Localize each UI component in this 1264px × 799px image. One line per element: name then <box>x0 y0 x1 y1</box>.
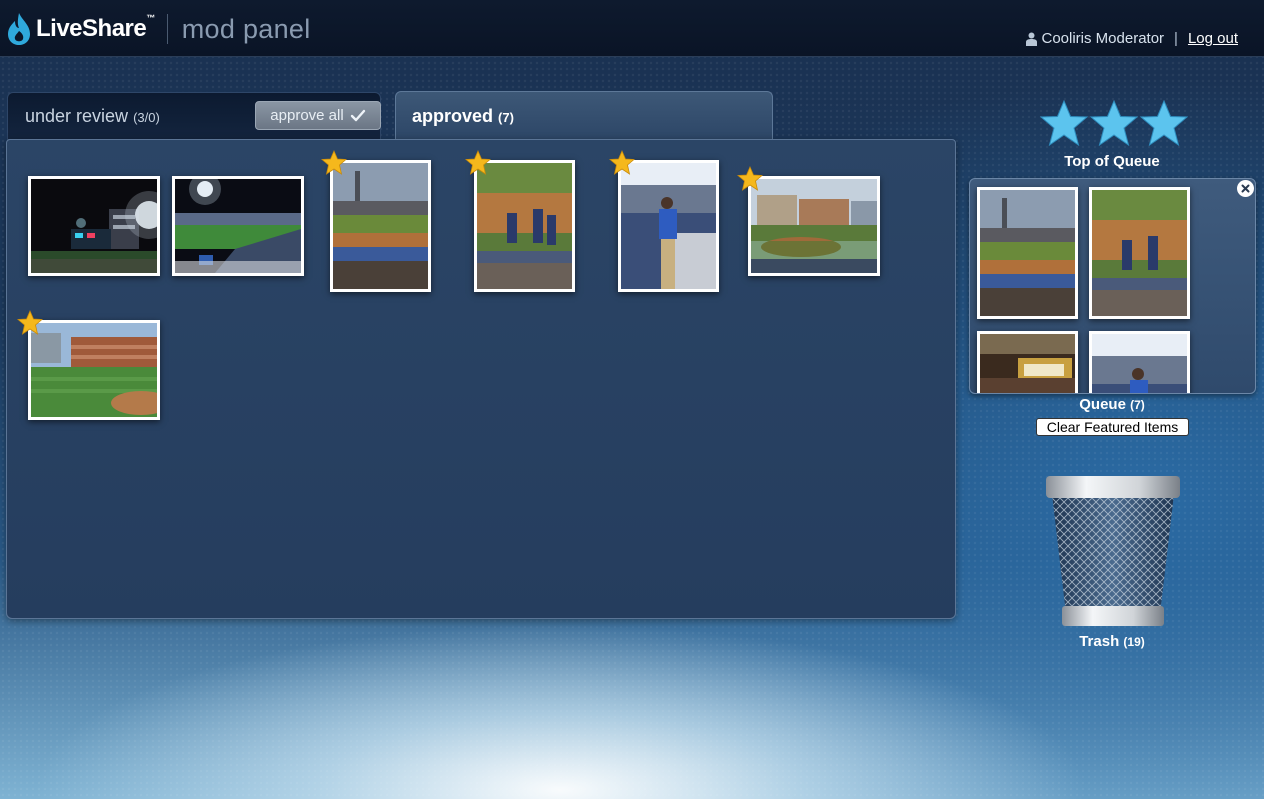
tab-approved[interactable]: approved (7) <box>395 91 773 143</box>
photo-image <box>175 179 301 273</box>
close-icon[interactable] <box>1237 180 1254 197</box>
queue-thumbnail[interactable] <box>977 331 1078 393</box>
photo-image <box>31 179 157 273</box>
header: LiveShare™ mod panel Cooliris Moderator … <box>0 0 1264 57</box>
star-icon <box>1140 100 1188 146</box>
photo-image <box>621 163 716 289</box>
photo-thumbnail[interactable] <box>172 176 304 276</box>
tab-under-review[interactable]: under review (3/0) approve all <box>7 92 381 140</box>
queue-panel[interactable] <box>969 178 1256 394</box>
approved-panel <box>6 139 956 619</box>
approve-all-label: approve all <box>270 107 344 124</box>
photo-thumbnail[interactable] <box>474 160 575 292</box>
featured-star-icon[interactable] <box>465 150 491 175</box>
featured-star-icon[interactable] <box>321 150 347 175</box>
app-subtitle: mod panel <box>181 13 311 44</box>
photo-image <box>1092 190 1187 316</box>
photo-image <box>980 190 1075 316</box>
liveshare-logo[interactable]: LiveShare™ mod panel <box>6 12 311 46</box>
tab-approved-label: approved (7) <box>412 106 514 126</box>
star-icon <box>1040 100 1088 146</box>
queue-thumbnail[interactable] <box>1089 187 1190 319</box>
featured-star-icon[interactable] <box>737 166 763 191</box>
queue-thumbnail[interactable] <box>977 187 1078 319</box>
logo-divider <box>166 14 168 44</box>
approve-all-button[interactable]: approve all <box>255 101 381 130</box>
queue-thumbnail[interactable] <box>1089 331 1190 393</box>
separator: | <box>1174 30 1178 47</box>
star-icon <box>1090 100 1138 146</box>
photo-image <box>477 163 572 289</box>
photo-image <box>333 163 428 289</box>
photo-image <box>980 334 1075 393</box>
featured-star-icon[interactable] <box>609 150 635 175</box>
queue-label: Queue (7) <box>1079 396 1145 413</box>
user-area: Cooliris Moderator | Log out <box>1025 30 1238 47</box>
photo-image <box>1092 334 1187 393</box>
photo-thumbnail[interactable] <box>28 176 160 276</box>
photo-thumbnail[interactable] <box>748 176 880 276</box>
user-icon <box>1025 32 1037 46</box>
username: Cooliris Moderator <box>1041 30 1165 47</box>
flame-drop-icon <box>8 13 30 45</box>
trash-label: Trash (19) <box>1079 633 1145 650</box>
checkmark-icon <box>350 109 365 121</box>
top-of-queue-stars <box>1040 100 1188 146</box>
photo-thumbnail[interactable] <box>618 160 719 292</box>
top-of-queue-label: Top of Queue <box>1064 153 1160 170</box>
logo-wordmark: LiveShare™ <box>36 13 155 42</box>
featured-star-icon[interactable] <box>17 310 43 335</box>
photo-thumbnail[interactable] <box>330 160 431 292</box>
photo-image <box>751 179 877 273</box>
tab-under-review-label: under review (3/0) <box>25 106 160 126</box>
logout-link[interactable]: Log out <box>1188 30 1238 47</box>
photo-thumbnail[interactable] <box>28 320 160 420</box>
photo-image <box>31 323 157 417</box>
trash-can-icon[interactable] <box>1044 474 1182 629</box>
clear-featured-button[interactable]: Clear Featured Items <box>1036 418 1189 436</box>
